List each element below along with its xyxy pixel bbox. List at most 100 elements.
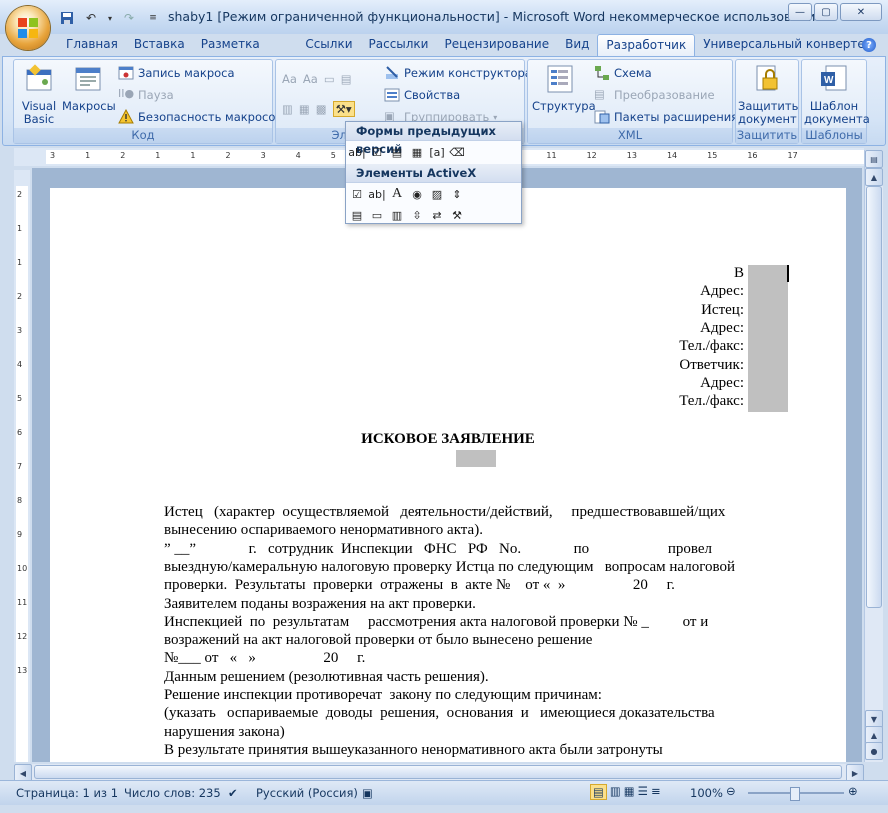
combo-box-control-icon[interactable]: ▥ (282, 102, 293, 116)
close-button[interactable]: ✕ (840, 3, 882, 21)
ribbon-tabs: Главная Вставка Разметка страницы Ссылки… (58, 34, 888, 72)
group-xml-label: XML (528, 128, 732, 143)
tab-view[interactable]: Вид (557, 34, 597, 55)
zoom-level[interactable]: 100% (690, 786, 723, 800)
activex-label-icon[interactable]: A (388, 185, 406, 203)
ruler-toggle-icon[interactable]: ▤ (865, 150, 883, 168)
document-template-label: Шаблон документа (804, 99, 870, 126)
activex-combo-box-icon[interactable]: ▥ (388, 206, 406, 224)
print-layout-view-icon[interactable]: ▤ (590, 784, 607, 800)
tab-universal-converter[interactable]: Универсальный конвертер документов (695, 34, 888, 72)
activex-checkbox-icon[interactable]: ☑ (348, 185, 366, 203)
tab-page-layout[interactable]: Разметка страницы (193, 34, 298, 72)
zoom-out-icon[interactable]: ⊖ (726, 784, 736, 798)
activex-more-controls-icon[interactable]: ⚒ (448, 206, 466, 224)
drop-down-control-icon[interactable]: ▦ (299, 102, 310, 116)
ruler-tick-label: 13 (626, 151, 637, 160)
legacy-text-field-icon[interactable]: ab| (348, 143, 366, 161)
design-mode-button[interactable]: Режим конструктора (384, 64, 532, 82)
pause-button[interactable]: II● Пауза (118, 86, 174, 104)
macros-button[interactable]: Макросы (62, 64, 116, 113)
legacy-shading-icon[interactable]: [a] (428, 143, 446, 161)
legacy-combo-box-icon[interactable]: ▤ (388, 143, 406, 161)
undo-dropdown-icon[interactable]: ▾ (106, 10, 114, 26)
ruler-tick-label: 15 (707, 151, 718, 160)
customize-qat-icon[interactable]: ≡ (144, 10, 162, 26)
vertical-ruler[interactable]: 2 1 1 2 3 4 5 6 7 8 9 10 11 12 13 (14, 170, 30, 762)
ruler-tick-label: 4 (295, 151, 301, 160)
tab-references[interactable]: Ссылки (297, 34, 360, 55)
redo-icon[interactable]: ↷ (120, 10, 138, 26)
record-macro-button[interactable]: Запись макроса (118, 64, 235, 82)
lock-icon (756, 65, 778, 91)
tab-home[interactable]: Главная (58, 34, 126, 55)
activex-scroll-bar-icon[interactable]: ⇳ (408, 206, 426, 224)
activex-command-button-icon[interactable]: ▭ (368, 206, 386, 224)
select-browse-object-button[interactable]: ● (865, 742, 883, 760)
activex-list-box-icon[interactable]: ▤ (348, 206, 366, 224)
schema-icon (595, 66, 609, 80)
date-picker-control-icon[interactable]: ▩ (316, 102, 327, 116)
picture-control-icon[interactable]: ▭ (324, 72, 335, 86)
ruler-tick-label: 3 (260, 151, 266, 160)
web-layout-icon[interactable]: ▦ (624, 784, 635, 800)
activex-toggle-button-icon[interactable]: ⇄ (428, 206, 446, 224)
language-indicator[interactable]: Русский (Россия) (256, 786, 358, 800)
protect-document-label: Защитить документ (738, 99, 799, 126)
tab-insert[interactable]: Вставка (126, 34, 193, 55)
group-protect-label: Защитить (736, 128, 798, 143)
redacted-block (456, 450, 496, 467)
activex-spin-button-icon[interactable]: ⇕ (448, 185, 466, 203)
tab-developer[interactable]: Разработчик (597, 34, 696, 57)
outline-view-icon[interactable]: ☰ (638, 784, 648, 800)
horizontal-scrollbar[interactable]: ◀ ▶ (14, 764, 864, 782)
help-icon[interactable]: ? (862, 38, 876, 52)
macro-record-icon[interactable]: ▣ (362, 786, 373, 800)
activex-option-button-icon[interactable]: ◉ (408, 185, 426, 203)
document-title: ИСКОВОЕ ЗАЯВЛЕНИЕ (361, 431, 535, 447)
rich-text-control-icon[interactable]: Aa (282, 72, 297, 86)
zoom-slider-thumb[interactable] (790, 787, 800, 801)
zoom-slider[interactable] (748, 787, 844, 801)
vertical-scrollbar[interactable]: ▤ ▲ ▼ ▲ ● (864, 150, 883, 762)
spelling-icon[interactable]: ✔ (228, 786, 238, 800)
activex-image-icon[interactable]: ▨ (428, 185, 446, 203)
redacted-block (748, 265, 788, 412)
page-count[interactable]: Страница: 1 из 1 (16, 786, 118, 800)
schema-button[interactable]: Схема (594, 64, 652, 82)
zoom-in-icon[interactable]: ⊕ (848, 784, 858, 798)
macro-security-button[interactable]: Безопасность макросов (118, 108, 282, 126)
office-button[interactable] (6, 6, 50, 50)
document-template-button[interactable]: W Шаблон документа (804, 64, 870, 126)
scroll-thumb[interactable] (866, 186, 882, 608)
properties-button[interactable]: Свойства (384, 86, 460, 104)
building-block-control-icon[interactable]: ▤ (341, 72, 352, 86)
text-control-icon[interactable]: Aa (303, 72, 318, 86)
expansion-packs-button[interactable]: Пакеты расширения (594, 108, 738, 126)
schema-label: Схема (614, 66, 652, 80)
save-icon[interactable] (58, 10, 76, 26)
horizontal-scroll-thumb[interactable] (34, 765, 842, 779)
maximize-button[interactable]: ▢ (814, 3, 838, 21)
legacy-checkbox-icon[interactable]: ☑ (368, 143, 386, 161)
pause-label: Пауза (138, 88, 174, 102)
warning-icon (118, 109, 134, 124)
visual-basic-button[interactable]: Visual Basic (18, 64, 60, 126)
activex-row-1: ☑ ab| A ◉ ▨ ⇕ (346, 183, 521, 204)
word-count[interactable]: Число слов: 235 (124, 786, 221, 800)
legacy-frame-icon[interactable]: ▦ (408, 143, 426, 161)
structure-button[interactable]: Структура (532, 64, 596, 113)
scroll-up-button[interactable]: ▲ (865, 168, 883, 186)
legacy-tools-icon[interactable]: ⚒▾ (332, 101, 355, 117)
legacy-reset-icon[interactable]: ⌫ (448, 143, 466, 161)
minimize-button[interactable]: — (788, 3, 812, 21)
protect-document-button[interactable]: Защитить документ (738, 64, 799, 126)
document-page[interactable]: В Адрес: Истец: Адрес: Тел./факс: Ответчик: Ад… (50, 188, 846, 762)
transform-button[interactable]: ▤ Преобразование (594, 86, 715, 104)
full-screen-reading-icon[interactable]: ▥ (610, 784, 621, 800)
undo-icon[interactable]: ↶ (82, 10, 100, 26)
activex-textbox-icon[interactable]: ab| (368, 185, 386, 203)
tab-review[interactable]: Рецензирование (436, 34, 557, 55)
draft-view-icon[interactable]: ≡ (651, 784, 661, 800)
tab-mailings[interactable]: Рассылки (361, 34, 437, 55)
